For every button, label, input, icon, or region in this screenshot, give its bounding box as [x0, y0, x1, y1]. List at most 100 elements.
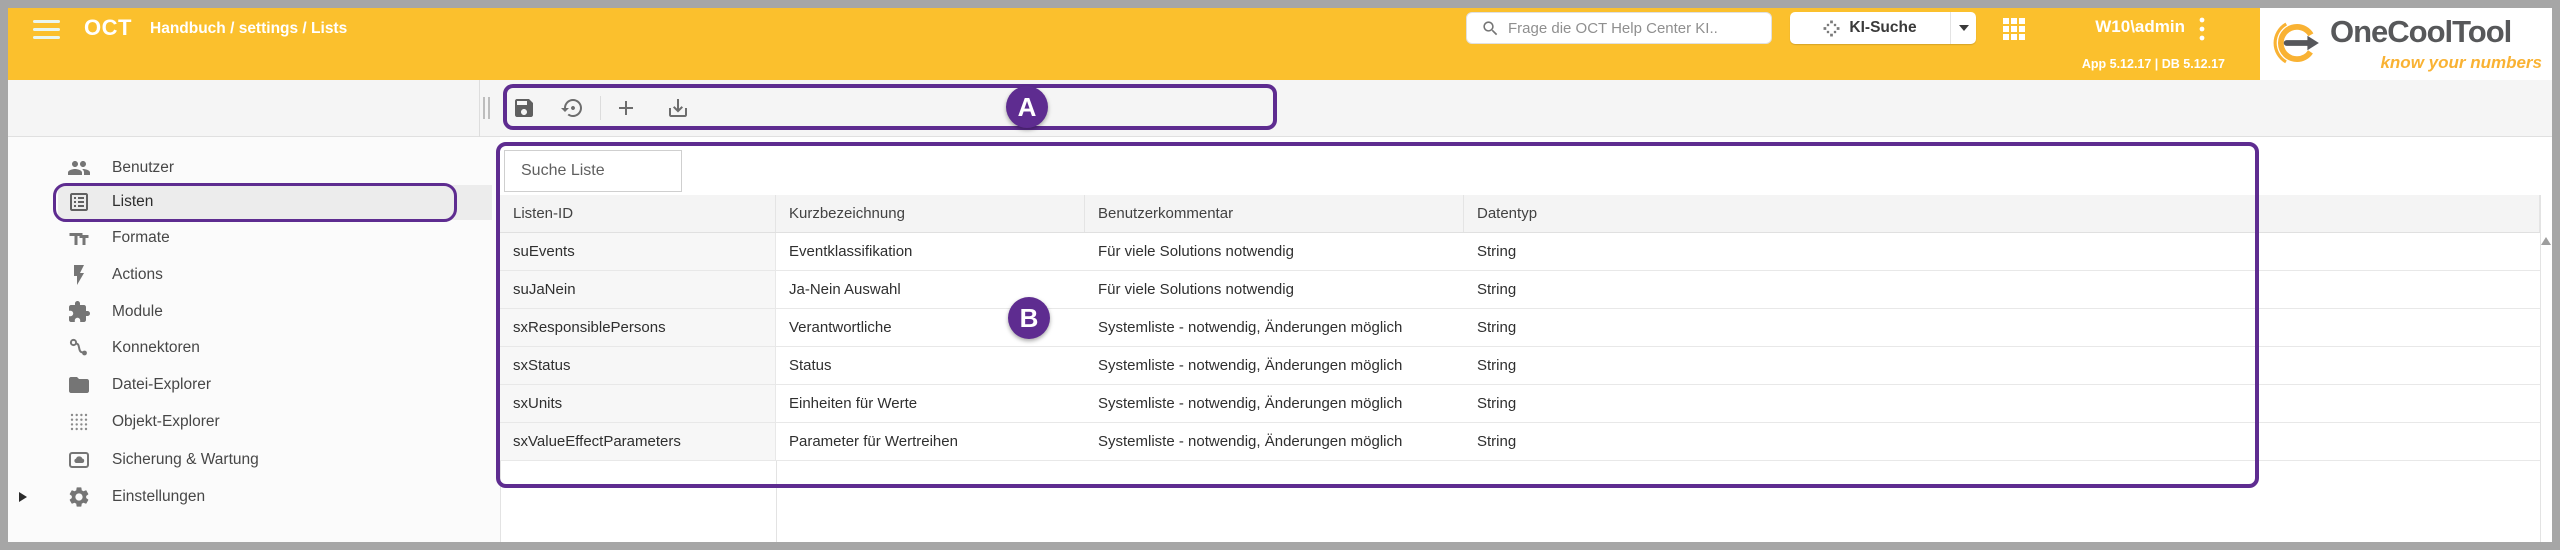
- sidebar-item-label: Listen: [112, 193, 153, 211]
- ki-search-label: KI-Suche: [1849, 19, 1916, 37]
- gear-icon: [67, 485, 91, 509]
- folder-icon: [67, 373, 91, 397]
- download-icon: [666, 96, 690, 120]
- list-icon: [67, 190, 91, 214]
- logged-in-user[interactable]: W10\admin: [2085, 17, 2185, 37]
- app-window: OCT Handbuch / settings / Lists KI-Suche…: [0, 0, 2560, 550]
- sidebar-item-label: Objekt-Explorer: [112, 413, 220, 431]
- kebab-menu-icon[interactable]: [2197, 16, 2207, 42]
- cell-benutzerkommentar: Systemliste - notwendig, Änderungen mögl…: [1085, 347, 1464, 384]
- column-header[interactable]: Kurzbezeichnung: [776, 195, 1085, 232]
- onecooltool-logo-icon: [2272, 18, 2322, 68]
- sidebar-item-label: Benutzer: [112, 159, 174, 177]
- breadcrumb: Handbuch / settings / Lists: [150, 20, 347, 38]
- filter-label: Suche Liste: [521, 162, 605, 180]
- sidebar-item-label: Module: [112, 303, 163, 321]
- column-header[interactable]: Datentyp: [1464, 195, 2540, 232]
- cell-datentyp: String: [1464, 233, 2540, 270]
- table-row[interactable]: suJaNein Ja-Nein Auswahl Für viele Solut…: [500, 271, 2540, 309]
- sidebar-item-datei-explorer[interactable]: Datei-Explorer: [8, 368, 500, 402]
- cell-kurzbezeichnung: Parameter für Wertreihen: [776, 423, 1085, 460]
- scroll-up-arrow[interactable]: [2541, 237, 2551, 245]
- chevron-down-icon: [1959, 25, 1969, 31]
- people-icon: [67, 156, 91, 180]
- logo-tagline: know your numbers: [2340, 53, 2542, 73]
- sidebar-item-label: Sicherung & Wartung: [112, 451, 259, 469]
- expand-arrow-icon[interactable]: [19, 492, 27, 502]
- hamburger-menu-icon[interactable]: [33, 20, 60, 44]
- table-row[interactable]: suEvents Eventklassifikation Für viele S…: [500, 233, 2540, 271]
- cell-listen-id: sxResponsiblePersons: [500, 309, 776, 346]
- sidebar-item-actions[interactable]: Actions: [8, 258, 500, 292]
- list-filter-input[interactable]: Suche Liste: [504, 150, 682, 192]
- sidebar-item-label: Actions: [112, 266, 163, 284]
- cell-datentyp: String: [1464, 309, 2540, 346]
- add-button[interactable]: [611, 93, 641, 123]
- cell-listen-id: sxUnits: [500, 385, 776, 422]
- cell-datentyp: String: [1464, 385, 2540, 422]
- toolbar-separator: [600, 96, 601, 120]
- logo-wordmark: OneCoolTool: [2330, 14, 2511, 50]
- apps-grid-icon[interactable]: [2002, 17, 2026, 41]
- app-version: App 5.12.17 | DB 5.12.17: [2040, 57, 2225, 71]
- sidebar-item-label: Konnektoren: [112, 339, 200, 357]
- sidebar-item-label: Einstellungen: [112, 488, 205, 506]
- app-title: OCT: [84, 15, 132, 41]
- cell-benutzerkommentar: Für viele Solutions notwendig: [1085, 233, 1464, 270]
- ki-search-button[interactable]: KI-Suche: [1790, 12, 1950, 44]
- cell-listen-id: sxStatus: [500, 347, 776, 384]
- cell-kurzbezeichnung: Eventklassifikation: [776, 233, 1085, 270]
- help-search-field[interactable]: [1466, 12, 1772, 44]
- backup-icon: [67, 448, 91, 472]
- table-row[interactable]: sxResponsiblePersons Verantwortliche Sys…: [500, 309, 2540, 347]
- puzzle-icon: [67, 300, 91, 324]
- sidebar-item-listen[interactable]: Listen: [8, 185, 500, 219]
- save-button[interactable]: [509, 93, 539, 123]
- table-grid-line: [776, 461, 777, 542]
- cell-kurzbezeichnung: Status: [776, 347, 1085, 384]
- sidebar-item-einstellungen[interactable]: Einstellungen: [8, 480, 500, 514]
- dot-grid-icon: [67, 410, 91, 434]
- cell-benutzerkommentar: Systemliste - notwendig, Änderungen mögl…: [1085, 423, 1464, 460]
- sidebar-item-objekt-explorer[interactable]: Objekt-Explorer: [8, 405, 500, 439]
- table-row[interactable]: sxUnits Einheiten für Werte Systemliste …: [500, 385, 2540, 423]
- column-header[interactable]: Listen-ID: [500, 195, 776, 232]
- cell-datentyp: String: [1464, 347, 2540, 384]
- sidebar-item-formate[interactable]: Formate: [8, 221, 500, 255]
- pane-divider: [479, 80, 480, 137]
- download-button[interactable]: [663, 93, 693, 123]
- add-icon: [614, 96, 638, 120]
- ki-search-split-button[interactable]: KI-Suche: [1790, 12, 1976, 44]
- content-toolbar: [8, 80, 2552, 137]
- search-input[interactable]: [1508, 20, 1748, 37]
- cell-datentyp: String: [1464, 423, 2540, 460]
- sidebar-item-sicherung-wartung[interactable]: Sicherung & Wartung: [8, 443, 500, 477]
- cell-kurzbezeichnung: Ja-Nein Auswahl: [776, 271, 1085, 308]
- cell-listen-id: suEvents: [500, 233, 776, 270]
- table-row[interactable]: sxValueEffectParameters Parameter für We…: [500, 423, 2540, 461]
- cell-benutzerkommentar: Systemliste - notwendig, Änderungen mögl…: [1085, 385, 1464, 422]
- sidebar-item-label: Formate: [112, 229, 170, 247]
- ai-sparkle-icon: [1823, 20, 1840, 37]
- text-format-icon: [67, 226, 91, 250]
- cell-kurzbezeichnung: Verantwortliche: [776, 309, 1085, 346]
- column-header[interactable]: Benutzerkommentar: [1085, 195, 1464, 232]
- table-grid-line: [500, 461, 501, 542]
- scrollbar-track-edge: [2540, 195, 2541, 542]
- toolbar-drag-handle[interactable]: [483, 97, 491, 119]
- restore-button[interactable]: [558, 93, 588, 123]
- connector-icon: [67, 336, 91, 360]
- sidebar-item-label: Datei-Explorer: [112, 376, 211, 394]
- sidebar-item-module[interactable]: Module: [8, 295, 500, 329]
- ki-search-dropdown-button[interactable]: [1950, 12, 1976, 44]
- cell-benutzerkommentar: Systemliste - notwendig, Änderungen mögl…: [1085, 309, 1464, 346]
- search-icon: [1481, 19, 1500, 38]
- cell-kurzbezeichnung: Einheiten für Werte: [776, 385, 1085, 422]
- cell-datentyp: String: [1464, 271, 2540, 308]
- cell-listen-id: sxValueEffectParameters: [500, 423, 776, 460]
- lightning-icon: [67, 263, 91, 287]
- table-row[interactable]: sxStatus Status Systemliste - notwendig,…: [500, 347, 2540, 385]
- sidebar-item-benutzer[interactable]: Benutzer: [8, 151, 500, 185]
- restore-icon: [561, 96, 585, 120]
- sidebar-item-konnektoren[interactable]: Konnektoren: [8, 331, 500, 365]
